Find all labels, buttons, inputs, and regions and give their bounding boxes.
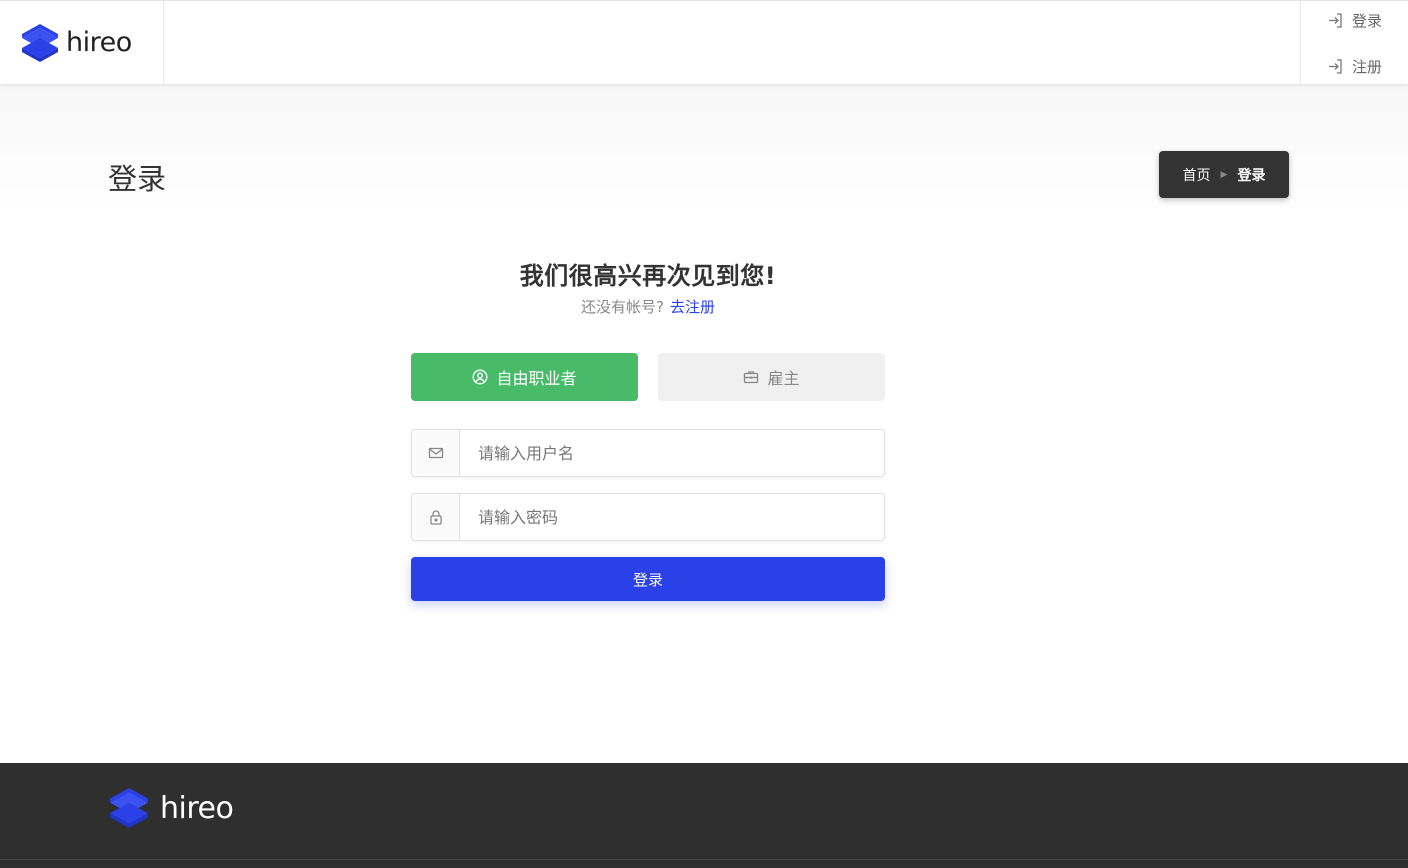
username-field bbox=[411, 429, 885, 477]
welcome-heading: 我们很高兴再次见到您! bbox=[519, 262, 777, 290]
breadcrumb: 首页 ▶ 登录 bbox=[1159, 151, 1289, 198]
briefcase-icon bbox=[744, 371, 759, 384]
role-tab-freelancer[interactable]: 自由职业者 bbox=[411, 353, 638, 401]
site-footer: hireo bbox=[0, 763, 1408, 868]
breadcrumb-current: 登录 bbox=[1237, 167, 1266, 184]
header-login-link[interactable]: 登录 bbox=[1327, 10, 1382, 31]
role-tab-employer[interactable]: 雇主 bbox=[658, 353, 885, 401]
envelope-icon bbox=[428, 447, 443, 459]
site-header: hireo 登录 注册 bbox=[0, 0, 1408, 84]
site-logo[interactable]: hireo bbox=[0, 1, 164, 84]
page-title: 登录 bbox=[108, 162, 167, 196]
breadcrumb-home-link[interactable]: 首页 bbox=[1183, 165, 1211, 185]
logo-wordmark: hireo bbox=[66, 27, 132, 58]
no-account-text: 还没有帐号? bbox=[581, 298, 664, 316]
role-tab-freelancer-label: 自由职业者 bbox=[496, 369, 577, 388]
page-titlebar: 登录 首页 ▶ 登录 bbox=[0, 84, 1408, 216]
lock-icon bbox=[429, 510, 442, 525]
logo-mark-icon bbox=[22, 23, 58, 62]
header-register-label: 注册 bbox=[1352, 58, 1383, 76]
header-login-label: 登录 bbox=[1352, 12, 1383, 30]
register-link[interactable]: 去注册 bbox=[670, 298, 715, 316]
password-field-icon-box bbox=[412, 494, 460, 540]
logo-mark-icon bbox=[110, 788, 148, 828]
password-input[interactable] bbox=[460, 494, 884, 540]
header-account-links: 登录 注册 bbox=[1300, 1, 1408, 84]
footer-divider bbox=[0, 859, 1408, 860]
register-prompt: 还没有帐号? 去注册 bbox=[411, 296, 885, 317]
header-register-link[interactable]: 注册 bbox=[1327, 56, 1382, 77]
sign-in-icon bbox=[1329, 13, 1342, 28]
username-field-icon-box bbox=[412, 430, 460, 476]
username-input[interactable] bbox=[460, 430, 884, 476]
footer-logo-wordmark: hireo bbox=[160, 790, 234, 826]
login-submit-button[interactable]: 登录 bbox=[411, 557, 885, 601]
footer-logo[interactable]: hireo bbox=[108, 785, 234, 831]
password-field bbox=[411, 493, 885, 541]
breadcrumb-separator-icon: ▶ bbox=[1220, 169, 1228, 180]
sign-in-icon bbox=[1329, 59, 1342, 74]
user-circle-icon bbox=[472, 369, 488, 385]
role-tab-employer-label: 雇主 bbox=[767, 369, 800, 388]
